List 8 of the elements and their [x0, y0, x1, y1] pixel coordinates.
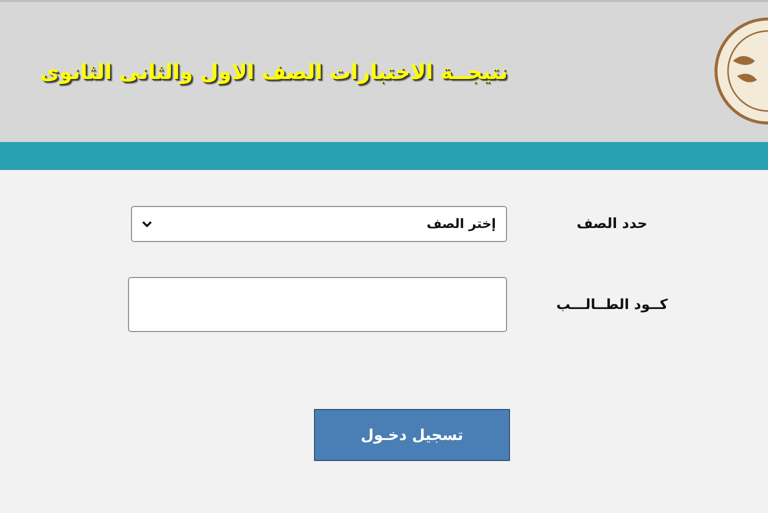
page-title: نتيجــة الاختبارات الصف الاول والثانى الثانوى [40, 60, 508, 84]
field-label: حدد الصف [576, 216, 648, 232]
student-code-field[interactable] [128, 277, 507, 332]
grade-select[interactable]: إختر الصف [131, 206, 507, 242]
field-label: كــود الطــالـــب [555, 296, 669, 312]
chevron-down-icon [142, 220, 152, 228]
ministry-seal-icon [713, 16, 768, 126]
login-button[interactable]: تسجيل دخـول [314, 409, 510, 461]
